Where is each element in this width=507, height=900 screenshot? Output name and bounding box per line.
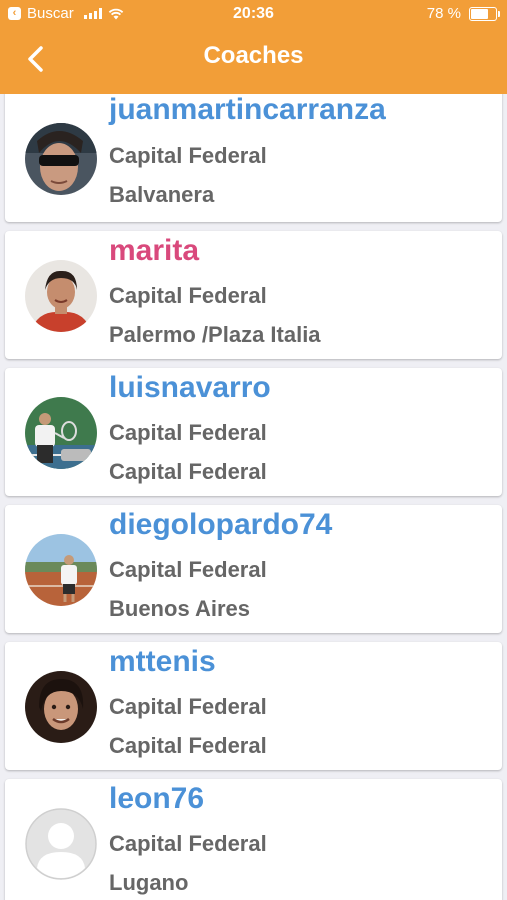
coach-list: juanmartincarranza Capital Federal Balva… [0, 94, 507, 900]
coach-username[interactable]: juanmartincarranza [109, 94, 386, 127]
coach-card[interactable]: leon76 Capital Federal Lugano [5, 779, 502, 900]
coach-city: Capital Federal [109, 557, 267, 582]
coach-username[interactable]: diegolopardo74 [109, 508, 332, 542]
coach-area: Buenos Aires [109, 596, 251, 621]
coach-card[interactable]: marita Capital Federal Palermo /Plaza It… [5, 231, 502, 359]
coach-area: Balvanera [109, 182, 215, 207]
avatar [25, 260, 97, 332]
battery-percent: 78 % [426, 5, 461, 22]
battery-icon [469, 6, 500, 21]
coach-username[interactable]: mttenis [109, 645, 216, 679]
avatar [25, 534, 97, 606]
coach-username[interactable]: luisnavarro [109, 371, 271, 405]
coach-area: Capital Federal [109, 733, 267, 758]
coach-username[interactable]: marita [109, 234, 199, 268]
coach-city: Capital Federal [109, 143, 267, 168]
coach-city: Capital Federal [109, 283, 267, 308]
status-bar: ‹ Buscar 20:36 78 % [0, 0, 507, 28]
coach-city: Capital Federal [109, 420, 267, 445]
coach-city: Capital Federal [109, 694, 267, 719]
coach-username[interactable]: leon76 [109, 782, 204, 816]
coach-area: Palermo /Plaza Italia [109, 322, 321, 347]
coach-card[interactable]: mttenis Capital Federal Capital Federal [5, 642, 502, 770]
navigation-header: ‹ Buscar 20:36 78 % Coaches [0, 0, 507, 94]
battery-status: 78 % [426, 5, 500, 22]
coach-area: Lugano [109, 870, 189, 895]
page-title: Coaches [203, 42, 304, 69]
avatar [25, 671, 97, 743]
avatar [25, 397, 97, 469]
default-avatar-icon [25, 808, 97, 880]
coach-card[interactable]: diegolopardo74 Capital Federal Buenos Ai… [5, 505, 502, 633]
coach-card[interactable]: juanmartincarranza Capital Federal Balva… [5, 94, 502, 222]
coach-card[interactable]: luisnavarro Capital Federal Capital Fede… [5, 368, 502, 496]
coach-area: Capital Federal [109, 459, 267, 484]
avatar [25, 123, 97, 195]
coach-city: Capital Federal [109, 831, 267, 856]
